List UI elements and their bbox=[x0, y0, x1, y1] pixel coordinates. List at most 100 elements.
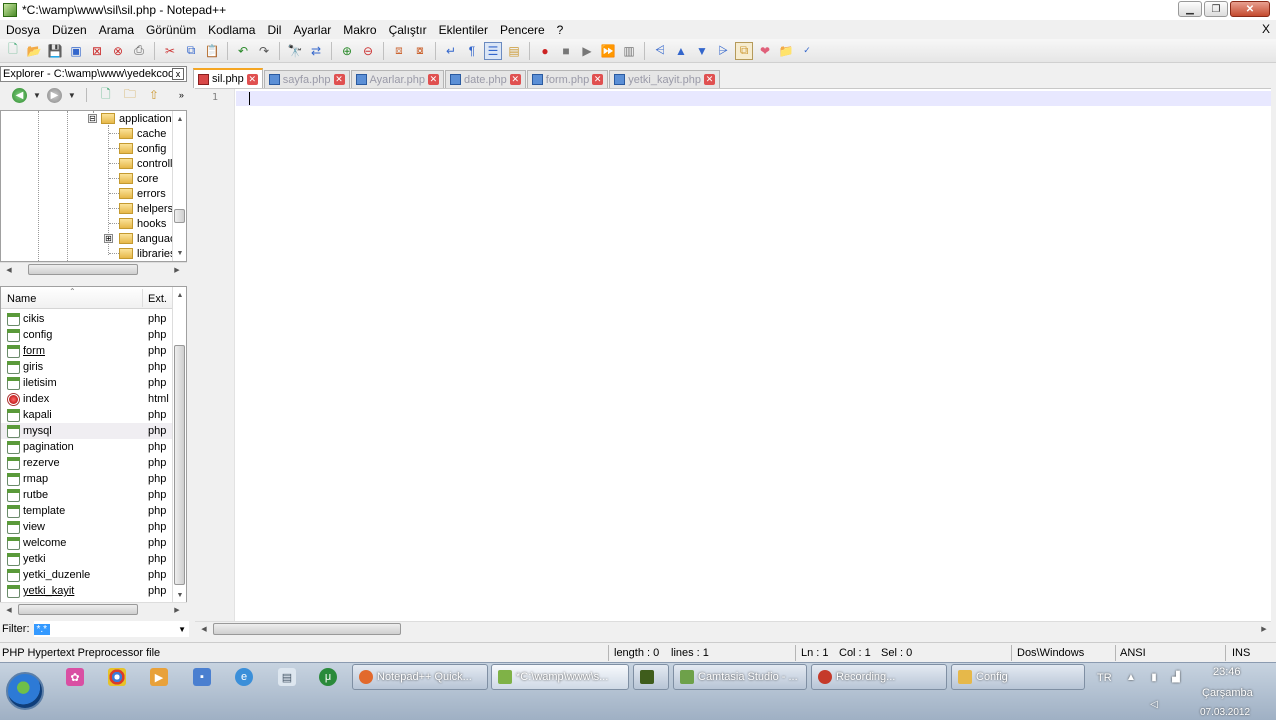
menu-makro[interactable]: Makro bbox=[337, 23, 382, 37]
tree-expander[interactable]: ⊞ bbox=[104, 234, 113, 243]
file-list-item[interactable]: template php bbox=[1, 503, 173, 519]
down-icon[interactable]: ▼ bbox=[693, 42, 711, 60]
forward-dropdown-icon[interactable]: ▼ bbox=[68, 91, 76, 100]
close-button[interactable]: ✕ bbox=[1230, 1, 1270, 17]
back-icon[interactable]: ◀ bbox=[12, 87, 27, 103]
menu-help[interactable]: ? bbox=[551, 23, 570, 37]
tab-ayarlar-php[interactable]: Ayarlar.php ✕ bbox=[350, 70, 444, 88]
print-icon[interactable]: ⎙ bbox=[130, 42, 148, 60]
scroll-right-icon[interactable]: ▶ bbox=[170, 604, 184, 616]
favorite-icon[interactable]: ❤ bbox=[756, 42, 774, 60]
close-all-icon[interactable]: ⊗ bbox=[109, 42, 127, 60]
taskbar-notepadpp[interactable]: *C:\wamp\www\s... bbox=[491, 664, 629, 690]
file-list-horizontal-scrollbar[interactable]: ◀ ▶ bbox=[0, 602, 187, 616]
taskbar-firefox[interactable]: Notepad++ Quick... bbox=[352, 664, 488, 690]
tree-folder-errors[interactable]: errors bbox=[119, 186, 166, 201]
utorrent-icon[interactable]: μ bbox=[319, 668, 337, 686]
file-list-item[interactable]: config php bbox=[1, 327, 173, 343]
column-ext[interactable]: Ext. bbox=[148, 293, 167, 305]
minimize-button[interactable]: ▁ bbox=[1178, 1, 1202, 17]
menu-ayarlar[interactable]: Ayarlar bbox=[287, 23, 337, 37]
undo-icon[interactable]: ↶ bbox=[234, 42, 252, 60]
menu-pencere[interactable]: Pencere bbox=[494, 23, 551, 37]
media-player-icon[interactable]: ▶ bbox=[150, 668, 168, 686]
clock-day[interactable]: Çarşamba bbox=[1202, 687, 1253, 699]
maximize-button[interactable]: ❐ bbox=[1204, 1, 1228, 17]
scroll-thumb[interactable] bbox=[18, 604, 138, 615]
clock-date[interactable]: 07.03.2012 bbox=[1200, 707, 1250, 718]
tree-folder-core[interactable]: core bbox=[119, 171, 158, 186]
file-list-item[interactable]: rezerve php bbox=[1, 455, 173, 471]
file-list-item[interactable]: view php bbox=[1, 519, 173, 535]
file-list-item[interactable]: yetki_kayit php bbox=[1, 583, 173, 599]
taskbar-config-folder[interactable]: Config bbox=[951, 664, 1085, 690]
file-list-item[interactable]: pagination php bbox=[1, 439, 173, 455]
tab-sil-php[interactable]: sil.php ✕ bbox=[193, 68, 263, 88]
zoom-in-icon[interactable]: ⊕ bbox=[338, 42, 356, 60]
chrome-icon[interactable] bbox=[108, 668, 126, 686]
close-icon[interactable]: ⊠ bbox=[88, 42, 106, 60]
network-signal-icon[interactable]: ▟ bbox=[1170, 672, 1182, 684]
filter-combobox[interactable]: *.* ▼ bbox=[33, 621, 189, 637]
scroll-thumb[interactable] bbox=[174, 209, 185, 223]
sync-h-icon[interactable]: ⧇ bbox=[411, 42, 429, 60]
taskbar-camtasia[interactable]: Camtasia Studio - ... bbox=[673, 664, 807, 690]
scroll-up-icon[interactable]: ▲ bbox=[173, 113, 186, 125]
file-list-item[interactable]: welcome php bbox=[1, 535, 173, 551]
replace-icon[interactable]: ⇄ bbox=[307, 42, 325, 60]
file-list-item[interactable]: yetki_duzenle php bbox=[1, 567, 173, 583]
scroll-left-icon[interactable]: ◀ bbox=[2, 264, 16, 276]
notepad-icon[interactable]: ▤ bbox=[278, 668, 296, 686]
menu-gorunum[interactable]: Görünüm bbox=[140, 23, 202, 37]
open-file-icon[interactable]: 📂 bbox=[25, 42, 43, 60]
folder-up-icon[interactable]: ⇧ bbox=[145, 86, 163, 104]
new-file-icon[interactable]: 🗋 bbox=[97, 86, 115, 104]
collapse-icon[interactable]: ⩤ bbox=[651, 42, 669, 60]
tab-close-icon[interactable]: ✕ bbox=[333, 74, 345, 85]
save-all-icon[interactable]: ▣ bbox=[67, 42, 85, 60]
clock-time[interactable]: 23:46 bbox=[1213, 666, 1241, 678]
run-macro-multiple-icon[interactable]: ⏩ bbox=[599, 42, 617, 60]
menu-eklentiler[interactable]: Eklentiler bbox=[433, 23, 494, 37]
tree-folder-libraries[interactable]: libraries bbox=[119, 246, 176, 261]
menu-arama[interactable]: Arama bbox=[93, 23, 140, 37]
tree-expander[interactable]: ⊟ bbox=[88, 114, 97, 123]
file-list-item[interactable]: index html bbox=[1, 391, 173, 407]
tab-close-icon[interactable]: ✕ bbox=[427, 74, 439, 85]
scroll-thumb[interactable] bbox=[174, 345, 185, 585]
indent-guide-icon[interactable]: ☰ bbox=[484, 41, 502, 60]
spell-check-icon[interactable]: ✓ bbox=[798, 42, 816, 60]
scroll-down-icon[interactable]: ▼ bbox=[173, 247, 186, 259]
folder-app-icon[interactable]: ▪ bbox=[193, 668, 211, 686]
doc-switcher-icon[interactable]: ⧉ bbox=[735, 41, 753, 60]
tree-folder-application[interactable]: application bbox=[101, 111, 172, 126]
scroll-thumb[interactable] bbox=[213, 623, 401, 635]
menu-kodlama[interactable]: Kodlama bbox=[202, 23, 261, 37]
explorer-icon[interactable]: 📁 bbox=[777, 42, 795, 60]
expand-icon[interactable]: ⩥ bbox=[714, 42, 732, 60]
sync-v-icon[interactable]: ⧈ bbox=[390, 42, 408, 60]
quicklaunch-app-icon[interactable]: ✿ bbox=[66, 668, 84, 686]
file-list-item[interactable]: cikis php bbox=[1, 311, 173, 327]
scroll-left-icon[interactable]: ◀ bbox=[2, 604, 16, 616]
menu-dosya[interactable]: Dosya bbox=[0, 23, 46, 37]
column-name[interactable]: Name bbox=[7, 293, 36, 305]
back-dropdown-icon[interactable]: ▼ bbox=[33, 91, 41, 100]
scroll-down-icon[interactable]: ▼ bbox=[173, 589, 186, 601]
scroll-left-icon[interactable]: ◀ bbox=[197, 623, 211, 635]
scroll-right-icon[interactable]: ▶ bbox=[170, 264, 184, 276]
document-map-icon[interactable]: ▤ bbox=[505, 42, 523, 60]
tree-folder-hooks[interactable]: hooks bbox=[119, 216, 166, 231]
tab-yetki-kayit-php[interactable]: yetki_kayit.php ✕ bbox=[609, 70, 720, 88]
tree-folder-language[interactable]: languac bbox=[119, 231, 176, 246]
file-list-item[interactable]: giris php bbox=[1, 359, 173, 375]
tree-folder-cache[interactable]: cache bbox=[119, 126, 166, 141]
tree-folder-controllers[interactable]: controll bbox=[119, 156, 172, 171]
internet-explorer-icon[interactable]: e bbox=[235, 668, 253, 686]
file-list-item[interactable]: rutbe php bbox=[1, 487, 173, 503]
taskbar-recording[interactable]: Recording... bbox=[811, 664, 947, 690]
cut-icon[interactable]: ✂ bbox=[161, 42, 179, 60]
taskbar-dreamweaver[interactable] bbox=[633, 664, 669, 690]
file-list-item[interactable]: form php bbox=[1, 343, 173, 359]
save-icon[interactable]: 💾 bbox=[46, 42, 64, 60]
